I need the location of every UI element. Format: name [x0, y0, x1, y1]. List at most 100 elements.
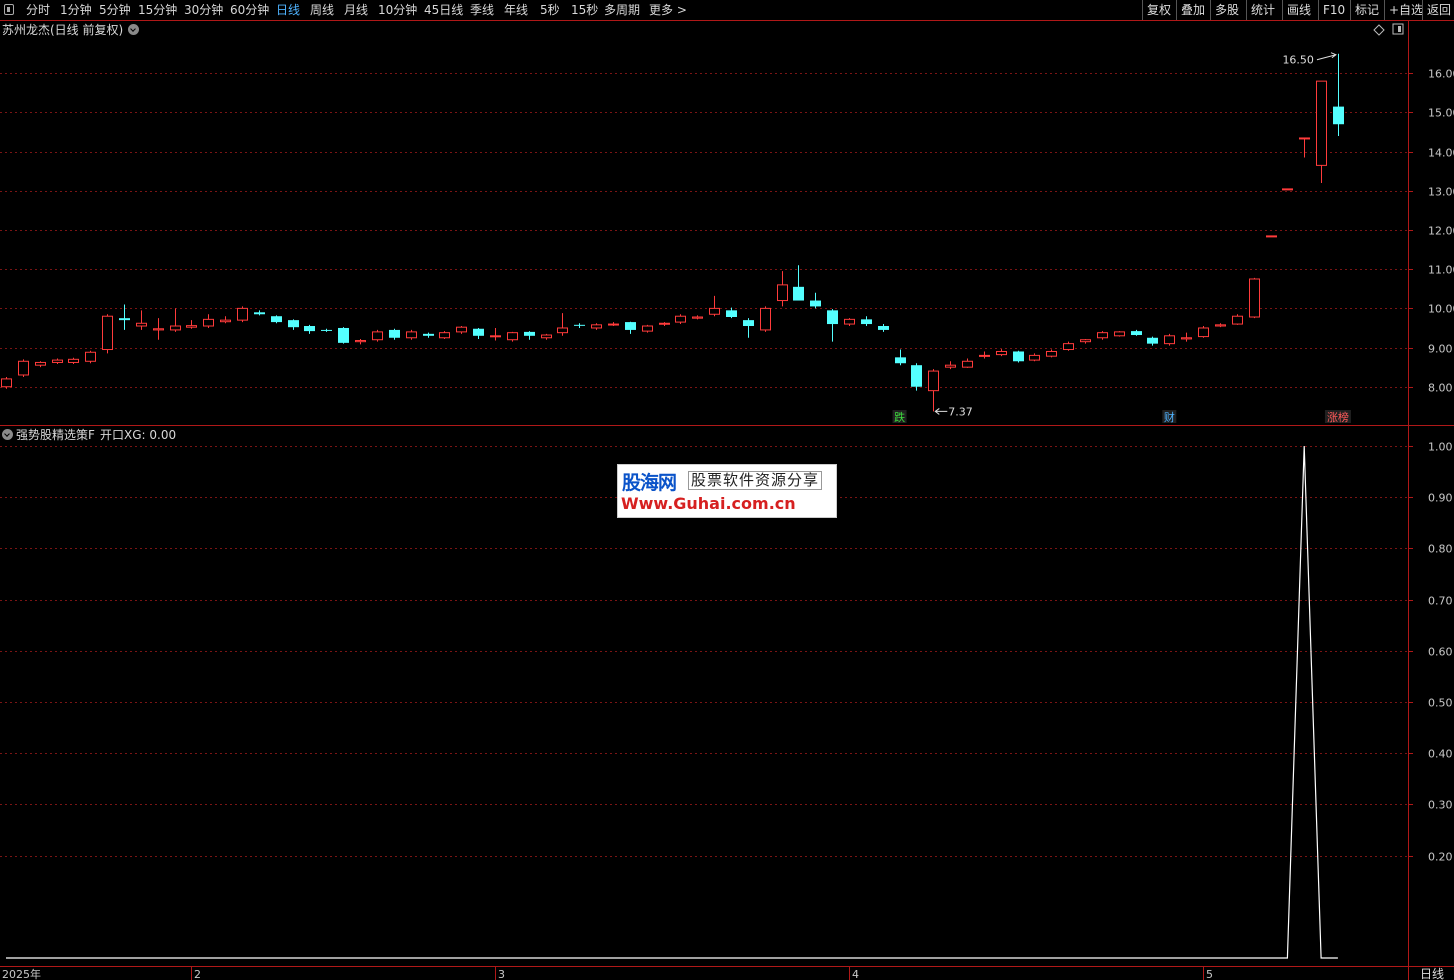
candle-body	[878, 326, 889, 330]
candle	[456, 326, 467, 334]
candle-body	[1299, 137, 1310, 140]
candle	[709, 295, 720, 317]
event-marker: 跌	[894, 410, 905, 424]
candle-body	[1333, 106, 1344, 125]
candle	[608, 322, 619, 327]
candle	[1215, 323, 1226, 328]
candle-body	[102, 315, 113, 351]
indicator-tick-label: 0.50	[1428, 697, 1453, 710]
indicator-tick-label: 0.40	[1428, 748, 1453, 761]
candle	[1282, 188, 1293, 191]
candle	[844, 318, 855, 327]
candle	[355, 338, 366, 345]
candle-body	[1249, 278, 1260, 318]
indicator-title: 强势股精选策F	[16, 428, 95, 442]
candle	[1249, 277, 1260, 319]
candle-body	[254, 312, 265, 315]
candle-body	[136, 322, 147, 327]
candle-body	[777, 284, 788, 302]
indicator-tick-label: 0.70	[1428, 595, 1453, 608]
candle-body	[1147, 337, 1158, 344]
candle	[170, 308, 181, 332]
candle-body	[945, 364, 956, 368]
candle	[1063, 341, 1074, 351]
candle	[979, 351, 990, 359]
candle	[153, 318, 164, 340]
candle-body	[844, 318, 855, 325]
candle	[288, 319, 299, 330]
candle	[810, 292, 821, 309]
candle-body	[1, 378, 12, 388]
candle-body	[625, 322, 636, 330]
price-tick-label: 13.00	[1428, 186, 1454, 199]
candle	[304, 324, 315, 334]
candle-body	[68, 358, 79, 363]
candle-body	[979, 354, 990, 357]
x-tick-label: 2025年	[2, 967, 41, 980]
indicator-tick-label: 0.30	[1428, 799, 1453, 812]
candle	[743, 318, 754, 338]
candle-body	[1164, 335, 1175, 345]
window-toggle-icon[interactable]	[1392, 23, 1404, 35]
price-tick-label: 9.00	[1428, 343, 1453, 356]
candle	[642, 324, 653, 333]
candle	[439, 331, 450, 339]
candle-body	[591, 324, 602, 329]
candle	[591, 323, 602, 330]
candle-body	[170, 325, 181, 331]
candle	[220, 316, 231, 324]
candle-body	[153, 328, 164, 331]
candle	[102, 314, 113, 354]
candle	[372, 329, 383, 342]
candle-body	[861, 319, 872, 325]
candle	[962, 358, 973, 368]
candle	[186, 320, 197, 329]
candle-body	[1181, 337, 1192, 340]
price-tick-label: 11.00	[1428, 264, 1454, 277]
candle-body	[490, 335, 501, 338]
candle	[1316, 80, 1327, 184]
candle	[1198, 326, 1209, 338]
candle-body	[1080, 339, 1091, 343]
indicator-tick-label: 1.00	[1428, 441, 1453, 454]
candle	[68, 357, 79, 365]
candle-body	[186, 325, 197, 328]
diamond-icon[interactable]	[1373, 24, 1385, 36]
indicator-tick-label: 0.20	[1428, 851, 1453, 864]
candle	[659, 322, 670, 327]
event-marker: 财	[1164, 410, 1175, 424]
title-dropdown-icon[interactable]	[128, 24, 139, 35]
candle-body	[1266, 235, 1277, 238]
candle	[895, 349, 906, 366]
candle	[18, 359, 29, 377]
indicator-tick-label: 0.60	[1428, 646, 1453, 659]
candle	[35, 361, 46, 368]
low-price-label: 7.37	[948, 405, 973, 418]
candle-body	[423, 333, 434, 336]
candle-body	[996, 350, 1007, 356]
event-marker: 涨榜	[1327, 410, 1349, 424]
candle	[1164, 333, 1175, 346]
low-arrow	[934, 408, 948, 415]
candle	[203, 314, 214, 328]
candle-body	[810, 300, 821, 307]
candle	[271, 315, 282, 324]
candle-body	[119, 318, 130, 321]
candle	[1266, 235, 1277, 238]
candle-body	[1215, 324, 1226, 327]
candle-body	[1316, 80, 1327, 166]
indicator-dropdown-icon[interactable]	[2, 429, 13, 440]
candle	[861, 316, 872, 327]
candle	[490, 327, 501, 341]
candle	[945, 361, 956, 370]
candle	[406, 329, 417, 340]
candle	[321, 328, 332, 332]
candle-body	[524, 331, 535, 336]
candle	[878, 324, 889, 332]
candle	[911, 363, 922, 391]
price-tick-label: 14.00	[1428, 147, 1454, 160]
price-tick-label: 8.00	[1428, 382, 1453, 395]
candle-body	[743, 320, 754, 327]
candle	[136, 310, 147, 330]
candle	[760, 306, 771, 332]
